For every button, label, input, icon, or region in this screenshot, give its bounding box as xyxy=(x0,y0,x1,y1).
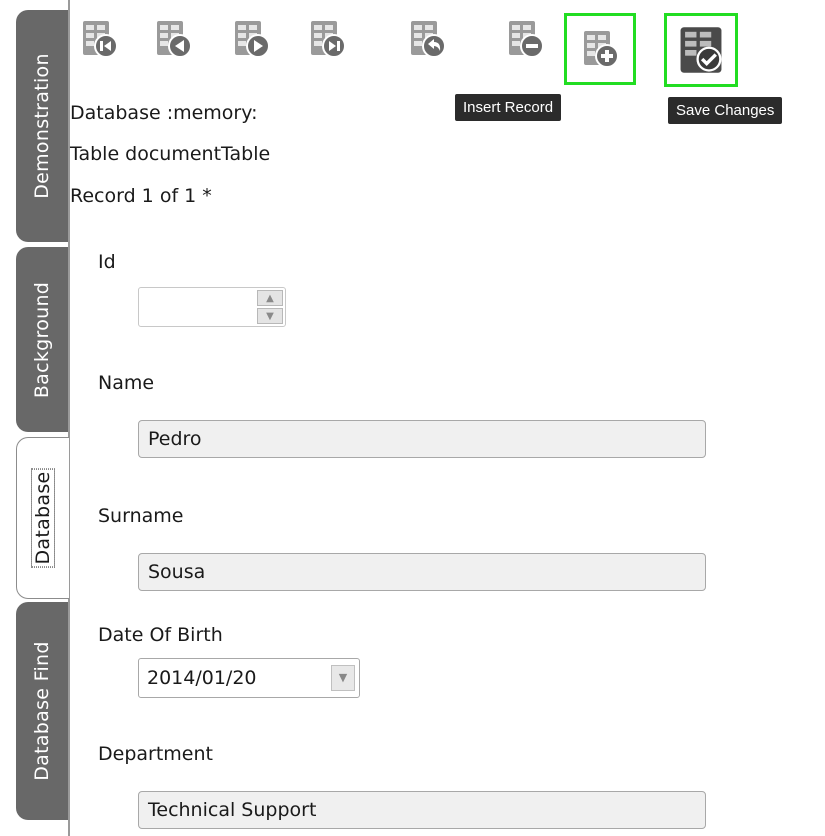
undo-icon xyxy=(411,21,446,58)
insert-record-button[interactable] xyxy=(564,13,636,85)
next-record-button[interactable] xyxy=(228,16,274,62)
tab-database-find[interactable]: Database Find xyxy=(16,602,68,820)
insert-record-tooltip: Insert Record xyxy=(455,94,562,121)
surname-field[interactable]: Sousa xyxy=(138,553,706,591)
previous-record-icon xyxy=(157,21,192,58)
tab-database-label: Database xyxy=(31,465,55,571)
chevron-down-icon[interactable]: ▼ xyxy=(331,665,355,691)
date-of-birth-field[interactable]: 2014/01/20 ▼ xyxy=(138,658,360,698)
last-record-button[interactable] xyxy=(304,16,350,62)
database-info: Database :memory: xyxy=(70,102,258,124)
tab-database-find-label: Database Find xyxy=(31,641,53,781)
first-record-icon xyxy=(83,21,118,58)
tab-strip-border xyxy=(68,0,70,836)
vertical-tab-strip: Demonstration Background Database Databa… xyxy=(0,0,70,836)
table-info: Table documentTable xyxy=(70,143,271,165)
tab-background[interactable]: Background xyxy=(16,247,68,432)
department-label: Department xyxy=(98,743,213,765)
name-label: Name xyxy=(98,372,155,394)
save-changes-tooltip: Save Changes xyxy=(668,97,783,124)
check-icon xyxy=(680,27,722,73)
spin-up-icon[interactable]: ▲ xyxy=(257,290,283,306)
next-record-icon xyxy=(235,21,270,58)
tab-demonstration[interactable]: Demonstration xyxy=(16,10,68,242)
save-changes-button[interactable] xyxy=(664,13,738,87)
tab-background-label: Background xyxy=(31,281,53,398)
record-info: Record 1 of 1 * xyxy=(70,185,212,207)
first-record-button[interactable] xyxy=(76,16,122,62)
id-spinbox[interactable]: ▲ ▼ xyxy=(138,287,286,327)
delete-record-button[interactable] xyxy=(502,16,548,62)
tab-database[interactable]: Database xyxy=(16,437,69,599)
date-of-birth-value: 2014/01/20 xyxy=(147,667,257,689)
spin-down-icon[interactable]: ▼ xyxy=(257,308,283,324)
previous-record-button[interactable] xyxy=(150,16,196,62)
department-field[interactable]: Technical Support xyxy=(138,791,706,829)
date-of-birth-label: Date Of Birth xyxy=(98,624,223,646)
plus-icon xyxy=(584,31,619,68)
surname-label: Surname xyxy=(98,505,184,527)
last-record-icon xyxy=(311,21,346,58)
undo-changes-button[interactable] xyxy=(404,16,450,62)
name-field[interactable]: Pedro xyxy=(138,420,706,458)
id-label: Id xyxy=(98,251,116,273)
tab-demonstration-label: Demonstration xyxy=(31,53,53,199)
minus-icon xyxy=(509,21,544,58)
